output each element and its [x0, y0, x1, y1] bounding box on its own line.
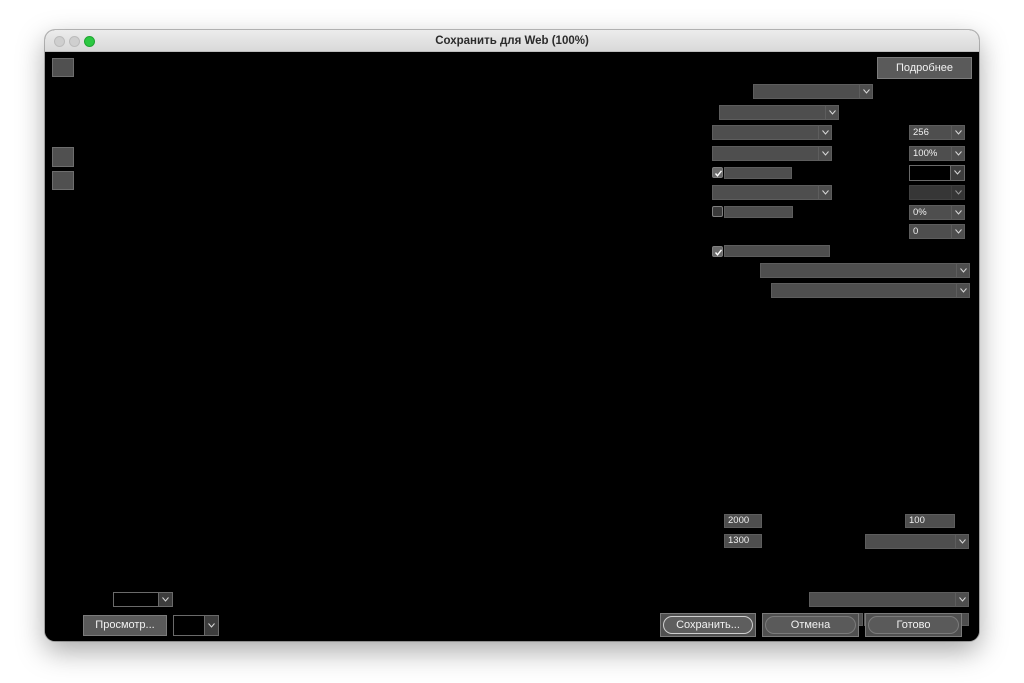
chevron-down-icon — [951, 126, 964, 139]
chevron-down-icon — [956, 284, 969, 297]
colors-dropdown[interactable]: 256 — [909, 125, 965, 140]
done-button-frame: Готово — [865, 613, 962, 637]
chevron-down-icon — [955, 593, 968, 606]
quality-resample-dropdown[interactable] — [865, 534, 969, 549]
lossy-dropdown[interactable]: 0 — [909, 224, 965, 239]
chevron-down-icon — [818, 147, 831, 160]
image-height-input[interactable]: 1300 — [724, 534, 762, 548]
chevron-down-icon — [825, 106, 838, 119]
dither-amount-dropdown[interactable]: 100% — [909, 146, 965, 161]
preset-dropdown[interactable] — [753, 84, 873, 99]
chevron-down-icon — [818, 126, 831, 139]
chevron-down-icon — [818, 186, 831, 199]
color-reduction-dropdown[interactable] — [712, 125, 832, 140]
chevron-down-icon — [956, 264, 969, 277]
transparency-checkbox[interactable] — [712, 167, 723, 178]
chevron-down-icon — [204, 616, 218, 635]
dialog-content: Подробнее 256 100% 0% 0 2000 1300 100 Пр… — [45, 52, 979, 641]
web-snap-value: 0% — [913, 207, 927, 218]
save-button[interactable]: Сохранить... — [663, 616, 753, 634]
preview-button[interactable]: Просмотр... — [83, 615, 167, 636]
dither-algorithm-dropdown[interactable] — [712, 146, 832, 161]
embed-color-profile-label — [724, 245, 830, 257]
more-options-button[interactable]: Подробнее — [877, 57, 972, 79]
checkmark-icon — [714, 249, 723, 256]
colors-value: 256 — [913, 127, 929, 138]
transparency-label — [724, 167, 792, 179]
metadata-dropdown[interactable] — [771, 283, 970, 298]
web-snap-dropdown[interactable]: 0% — [909, 205, 965, 220]
transparency-amount-dropdown[interactable] — [909, 185, 965, 200]
chevron-down-icon — [951, 206, 964, 219]
chevron-down-icon — [950, 166, 964, 180]
chevron-down-icon — [859, 85, 872, 98]
window-title: Сохранить для Web (100%) — [435, 35, 589, 47]
preview-browser-dropdown[interactable] — [173, 615, 219, 636]
interlaced-checkbox[interactable] — [712, 206, 723, 217]
looping-options-dropdown[interactable] — [809, 592, 969, 607]
zoom-level-dropdown[interactable] — [113, 592, 173, 607]
lossy-value: 0 — [913, 226, 919, 237]
embed-color-profile-checkbox[interactable] — [712, 246, 723, 257]
slice-tool-icon[interactable] — [52, 147, 74, 167]
chevron-down-icon — [158, 593, 172, 606]
image-percent-input[interactable]: 100 — [905, 514, 955, 528]
color-conversion-dropdown[interactable] — [760, 263, 970, 278]
chevron-down-icon — [955, 535, 968, 548]
chevron-down-icon — [951, 186, 964, 199]
done-button[interactable]: Готово — [868, 616, 959, 634]
chevron-down-icon — [951, 225, 964, 238]
save-button-frame: Сохранить... — [660, 613, 756, 637]
dither-value: 100% — [913, 148, 938, 159]
checkmark-icon — [714, 170, 723, 177]
chevron-down-icon — [951, 147, 964, 160]
title-bar: Сохранить для Web (100%) — [45, 30, 979, 52]
save-for-web-window: Сохранить для Web (100%) Подробнее 256 1… — [45, 30, 979, 641]
image-width-input[interactable]: 2000 — [724, 514, 762, 528]
hand-tool-icon[interactable] — [52, 58, 74, 77]
cancel-button[interactable]: Отмена — [765, 616, 856, 634]
matte-color-dropdown[interactable] — [909, 165, 965, 181]
interlaced-label — [724, 206, 793, 218]
file-format-dropdown[interactable] — [719, 105, 839, 120]
zoom-tool-icon[interactable] — [52, 171, 74, 190]
cancel-button-frame: Отмена — [762, 613, 859, 637]
transparency-dither-dropdown[interactable] — [712, 185, 832, 200]
